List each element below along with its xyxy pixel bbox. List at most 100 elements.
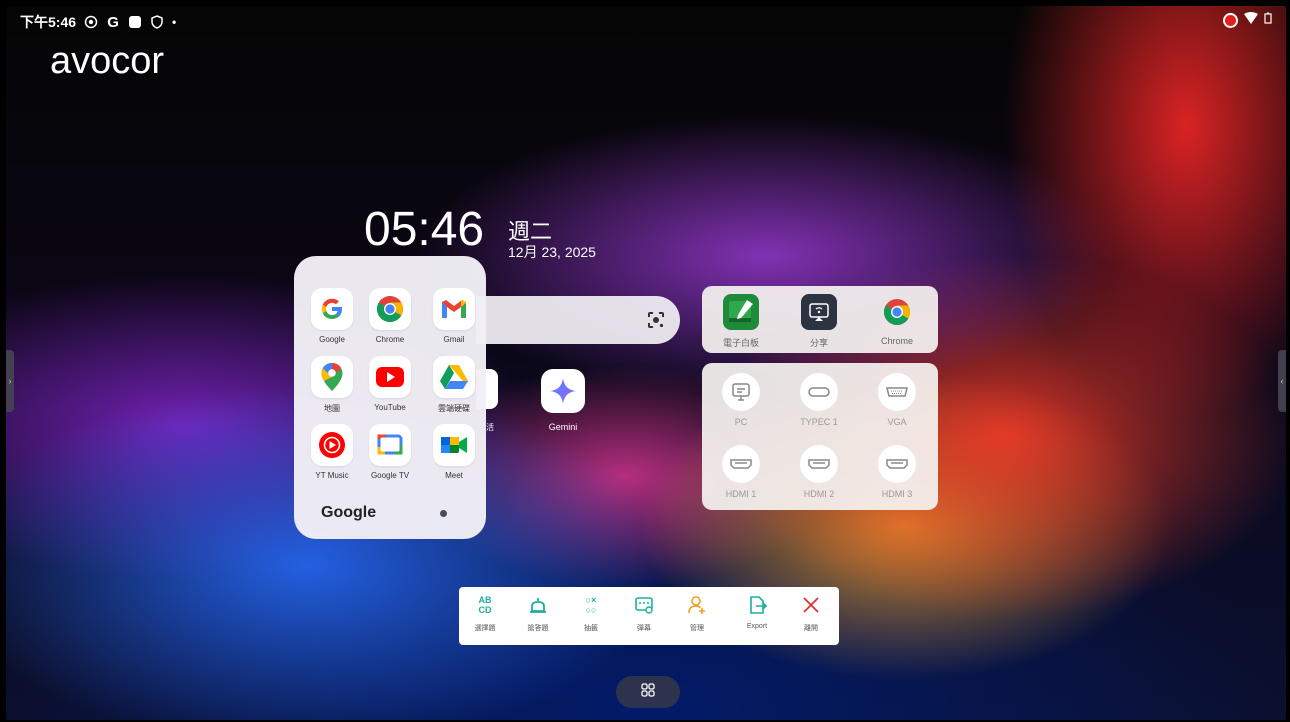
tool-label: Export (746, 623, 768, 630)
home-screen: 下午5:46 G • avocor 05:46 週二 12月 23, 2025 (6, 6, 1286, 720)
app-label: Google TV (370, 471, 410, 480)
maps-icon (311, 356, 353, 398)
folder-app-google[interactable]: Google (302, 288, 362, 344)
shield-icon (150, 15, 164, 29)
app-label: YouTube (374, 403, 406, 412)
source-label: HDMI 2 (803, 489, 835, 499)
app-label: Meet (445, 471, 463, 480)
folder-app-yt-music[interactable]: YT Music (302, 424, 362, 480)
vga-icon (878, 373, 916, 411)
tool-manage[interactable]: 管理 (671, 595, 723, 633)
source-hdmi-1[interactable]: HDMI 1 (702, 445, 780, 499)
buzzer-icon (512, 595, 564, 617)
source-pc[interactable]: PC (702, 373, 780, 427)
source-hdmi-2[interactable]: HDMI 2 (780, 445, 858, 499)
clock-time[interactable]: 05:46 (364, 202, 484, 257)
tool-exit[interactable]: 離開 (785, 595, 837, 633)
google-icon: G (107, 13, 119, 31)
app-label: Chrome (375, 335, 405, 344)
app-label: 分享 (809, 338, 828, 348)
whiteboard-icon (723, 294, 759, 330)
source-label: PC (734, 417, 748, 427)
google-folder-popup: Google Chrome Gmail 地圖 YouTube 雲端硬碟 YT M… (294, 256, 486, 539)
quick-app-whiteboard[interactable]: 電子白板 (702, 294, 780, 349)
folder-app-drive[interactable]: 雲端硬碟 (424, 356, 484, 414)
export-icon (731, 595, 783, 617)
chrome-icon (369, 288, 411, 330)
classroom-toolbar: AB CD 選擇題 搶答題 ○× ○○ 抽籤 彈幕 管理 Export 離開 (459, 587, 839, 645)
tool-label: 抽籤 (584, 625, 598, 632)
folder-app-meet[interactable]: Meet (424, 424, 484, 480)
quick-app-share[interactable]: 分享 (780, 294, 858, 349)
hdmi-icon (722, 445, 760, 483)
folder-title[interactable]: Google (321, 504, 376, 522)
tool-label: 搶答題 (527, 625, 549, 632)
status-bar: 下午5:46 G • (20, 12, 176, 32)
meet-icon (433, 424, 475, 466)
monitor-icon (722, 373, 760, 411)
quick-app-chrome[interactable]: Chrome (858, 294, 936, 346)
partial-app-label: 活 (486, 423, 494, 432)
page-indicator-dot (440, 510, 447, 517)
source-hdmi-3[interactable]: HDMI 3 (858, 445, 936, 499)
folder-app-gmail[interactable]: Gmail (424, 288, 484, 344)
source-label: HDMI 3 (881, 489, 913, 499)
screen-record-icon (1223, 12, 1238, 28)
tool-bullet-comments[interactable]: 彈幕 (618, 595, 670, 633)
status-dot: • (172, 15, 177, 29)
google-icon (311, 288, 353, 330)
folder-app-chrome[interactable]: Chrome (360, 288, 420, 344)
square-icon (128, 15, 142, 29)
status-time: 下午5:46 (20, 14, 77, 30)
drive-icon (433, 356, 475, 398)
quick-apps-panel: 電子白板 分享 Chrome (702, 286, 938, 353)
screen-share-icon (801, 294, 837, 330)
app-label: 電子白板 (722, 338, 759, 348)
tool-random-pick[interactable]: ○× ○○ 抽籤 (565, 595, 617, 633)
hdmi-icon (878, 445, 916, 483)
bullet-comment-icon (618, 595, 670, 617)
tool-export[interactable]: Export (731, 595, 783, 630)
tool-label: 管理 (690, 625, 704, 632)
status-bar-right (1223, 11, 1272, 29)
random-icon: ○× ○○ (585, 595, 597, 615)
tool-label: 離開 (804, 625, 818, 632)
folder-app-maps[interactable]: 地圖 (302, 356, 362, 414)
folder-app-google-tv[interactable]: Google TV (360, 424, 420, 480)
source-typec-1[interactable]: TYPEC 1 (780, 373, 858, 427)
app-label: 地圖 (324, 404, 340, 413)
battery-icon (1264, 11, 1272, 29)
source-label: TYPEC 1 (800, 417, 838, 427)
close-icon (785, 595, 837, 617)
app-label: 雲端硬碟 (438, 404, 470, 413)
app-drawer-button[interactable] (616, 676, 680, 708)
gmail-icon (433, 288, 475, 330)
search-bar[interactable] (476, 296, 680, 344)
chevron-left-icon: ‹ (1280, 376, 1284, 386)
add-user-icon (671, 595, 723, 617)
source-vga[interactable]: VGA (858, 373, 936, 427)
app-label: Google (319, 335, 345, 344)
app-label: Chrome (880, 336, 913, 346)
gemini-label: Gemini (548, 422, 578, 432)
tool-multiple-choice[interactable]: AB CD 選擇題 (459, 595, 511, 633)
left-edge-handle[interactable]: › (6, 350, 14, 412)
wifi-icon (1244, 11, 1258, 29)
input-sources-panel: PC TYPEC 1 VGA HDMI 1 HDMI 2 HDMI 3 (702, 363, 938, 510)
app-label: Gmail (443, 335, 465, 344)
source-label: VGA (887, 417, 907, 427)
google-tv-icon (369, 424, 411, 466)
grid-icon (641, 682, 655, 702)
abcd-icon: AB CD (478, 595, 492, 615)
tool-label: 選擇題 (474, 625, 496, 632)
chevron-right-icon: › (8, 376, 12, 386)
google-lens-icon[interactable] (646, 310, 666, 330)
tool-quick-answer[interactable]: 搶答題 (512, 595, 564, 633)
folder-app-youtube[interactable]: YouTube (360, 356, 420, 412)
avocor-logo: avocor (50, 40, 165, 82)
gemini-app-icon[interactable] (541, 369, 585, 413)
source-label: HDMI 1 (725, 489, 757, 499)
chrome-icon (879, 294, 915, 330)
clock-date: 12月 23, 2025 (508, 244, 596, 260)
right-edge-handle[interactable]: ‹ (1278, 350, 1286, 412)
